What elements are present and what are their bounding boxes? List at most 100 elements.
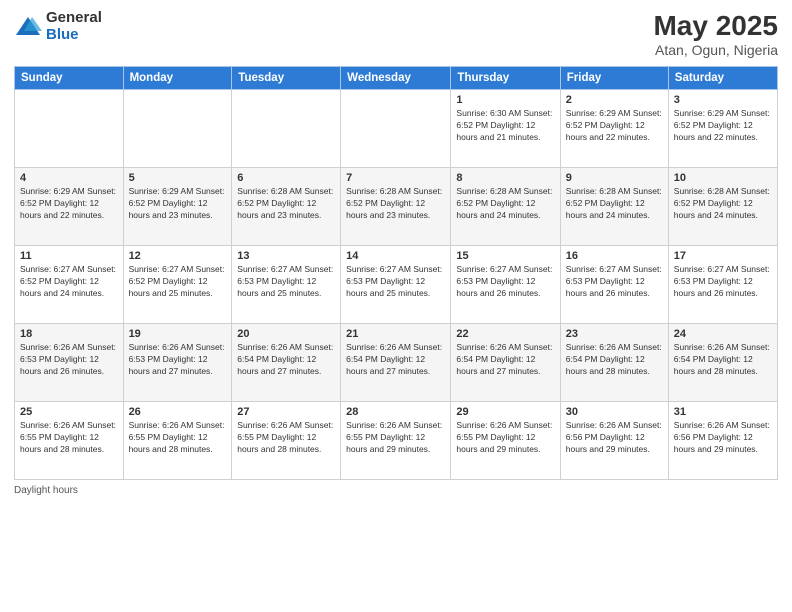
logo-general-text: General	[46, 10, 102, 27]
table-row: 22 Sunrise: 6:26 AM Sunset: 6:54 PM Dayli…	[451, 324, 560, 402]
day-info: Sunrise: 6:30 AM Sunset: 6:52 PM Dayligh…	[456, 108, 554, 144]
day-info: Sunrise: 6:27 AM Sunset: 6:53 PM Dayligh…	[456, 264, 554, 300]
table-row: 26Sunrise: 6:26 AM Sunset: 6:55 PM Dayli…	[123, 402, 232, 480]
page: General Blue May 2025 Atan, Ogun, Nigeri…	[0, 0, 792, 612]
col-wednesday: Wednesday	[341, 67, 451, 90]
table-row: 31 Sunrise: 6:26 AM Sunset: 6:56 PM Dayli…	[668, 402, 777, 480]
table-row: 28 Sunrise: 6:26 AM Sunset: 6:55 PM Dayli…	[341, 402, 451, 480]
day-number: 29	[456, 406, 554, 418]
day-number: 9	[566, 172, 663, 184]
day-info: Sunrise: 6:28 AM Sunset: 6:52 PM Dayligh…	[456, 186, 554, 222]
day-info: Sunrise: 6:27 AM Sunset: 6:53 PM Dayligh…	[237, 264, 335, 300]
col-thursday: Thursday	[451, 67, 560, 90]
day-number: 22	[456, 328, 554, 340]
day-info: Sunrise: 6:29 AM Sunset: 6:52 PM Dayligh…	[566, 108, 663, 144]
day-number: 6	[237, 172, 335, 184]
table-row: 24Sunrise: 6:26 AM Sunset: 6:54 PM Dayli…	[668, 324, 777, 402]
day-info: Sunrise: 6:26 AM Sunset: 6:54 PM Dayligh…	[456, 342, 554, 378]
col-monday: Monday	[123, 67, 232, 90]
day-number: 23	[566, 328, 663, 340]
day-number: 1	[456, 94, 554, 106]
table-row: 9Sunrise: 6:28 AM Sunset: 6:52 PM Daylig…	[560, 168, 668, 246]
day-info: Sunrise: 6:27 AM Sunset: 6:52 PM Dayligh…	[20, 264, 118, 300]
table-row: 25Sunrise: 6:26 AM Sunset: 6:55 PM Dayli…	[15, 402, 124, 480]
table-row: 5 Sunrise: 6:29 AM Sunset: 6:52 PM Daylig…	[123, 168, 232, 246]
day-info: Sunrise: 6:29 AM Sunset: 6:52 PM Dayligh…	[129, 186, 227, 222]
day-info: Sunrise: 6:26 AM Sunset: 6:55 PM Dayligh…	[346, 420, 445, 456]
day-number: 28	[346, 406, 445, 418]
table-row	[232, 90, 341, 168]
day-info: Sunrise: 6:26 AM Sunset: 6:56 PM Dayligh…	[566, 420, 663, 456]
daylight-hours-label: Daylight hours	[14, 485, 78, 496]
calendar-header-row: Sunday Monday Tuesday Wednesday Thursday…	[15, 67, 778, 90]
table-row: 13Sunrise: 6:27 AM Sunset: 6:53 PM Dayli…	[232, 246, 341, 324]
day-info: Sunrise: 6:26 AM Sunset: 6:55 PM Dayligh…	[129, 420, 227, 456]
col-saturday: Saturday	[668, 67, 777, 90]
day-number: 5	[129, 172, 227, 184]
logo: General Blue	[14, 10, 102, 43]
day-number: 3	[674, 94, 772, 106]
table-row: 6 Sunrise: 6:28 AM Sunset: 6:52 PM Daylig…	[232, 168, 341, 246]
table-row: 8 Sunrise: 6:28 AM Sunset: 6:52 PM Daylig…	[451, 168, 560, 246]
day-number: 31	[674, 406, 772, 418]
day-info: Sunrise: 6:28 AM Sunset: 6:52 PM Dayligh…	[237, 186, 335, 222]
day-info: Sunrise: 6:27 AM Sunset: 6:53 PM Dayligh…	[674, 264, 772, 300]
day-info: Sunrise: 6:28 AM Sunset: 6:52 PM Dayligh…	[674, 186, 772, 222]
logo-blue-text: Blue	[46, 27, 102, 44]
calendar-title: May 2025	[653, 10, 778, 42]
table-row: 2 Sunrise: 6:29 AM Sunset: 6:52 PM Daylig…	[560, 90, 668, 168]
day-info: Sunrise: 6:27 AM Sunset: 6:52 PM Dayligh…	[129, 264, 227, 300]
day-number: 4	[20, 172, 118, 184]
day-info: Sunrise: 6:28 AM Sunset: 6:52 PM Dayligh…	[346, 186, 445, 222]
col-friday: Friday	[560, 67, 668, 90]
day-number: 15	[456, 250, 554, 262]
calendar-table: Sunday Monday Tuesday Wednesday Thursday…	[14, 66, 778, 480]
day-info: Sunrise: 6:26 AM Sunset: 6:55 PM Dayligh…	[20, 420, 118, 456]
day-info: Sunrise: 6:27 AM Sunset: 6:53 PM Dayligh…	[346, 264, 445, 300]
day-info: Sunrise: 6:26 AM Sunset: 6:56 PM Dayligh…	[674, 420, 772, 456]
table-row: 20 Sunrise: 6:26 AM Sunset: 6:54 PM Dayli…	[232, 324, 341, 402]
day-info: Sunrise: 6:26 AM Sunset: 6:55 PM Dayligh…	[456, 420, 554, 456]
table-row: 21Sunrise: 6:26 AM Sunset: 6:54 PM Dayli…	[341, 324, 451, 402]
table-row: 29 Sunrise: 6:26 AM Sunset: 6:55 PM Dayli…	[451, 402, 560, 480]
day-info: Sunrise: 6:26 AM Sunset: 6:54 PM Dayligh…	[674, 342, 772, 378]
day-info: Sunrise: 6:27 AM Sunset: 6:53 PM Dayligh…	[566, 264, 663, 300]
table-row: 16 Sunrise: 6:27 AM Sunset: 6:53 PM Dayli…	[560, 246, 668, 324]
calendar-week-row: 25Sunrise: 6:26 AM Sunset: 6:55 PM Dayli…	[15, 402, 778, 480]
day-number: 18	[20, 328, 118, 340]
day-number: 11	[20, 250, 118, 262]
table-row: 10 Sunrise: 6:28 AM Sunset: 6:52 PM Dayli…	[668, 168, 777, 246]
table-row: 27 Sunrise: 6:26 AM Sunset: 6:55 PM Dayli…	[232, 402, 341, 480]
table-row: 30 Sunrise: 6:26 AM Sunset: 6:56 PM Dayli…	[560, 402, 668, 480]
col-sunday: Sunday	[15, 67, 124, 90]
day-number: 27	[237, 406, 335, 418]
day-info: Sunrise: 6:26 AM Sunset: 6:54 PM Dayligh…	[237, 342, 335, 378]
table-row: 3Sunrise: 6:29 AM Sunset: 6:52 PM Daylig…	[668, 90, 777, 168]
day-number: 19	[129, 328, 227, 340]
day-number: 17	[674, 250, 772, 262]
title-block: May 2025 Atan, Ogun, Nigeria	[653, 10, 778, 58]
day-info: Sunrise: 6:26 AM Sunset: 6:54 PM Dayligh…	[346, 342, 445, 378]
day-info: Sunrise: 6:29 AM Sunset: 6:52 PM Dayligh…	[20, 186, 118, 222]
day-number: 10	[674, 172, 772, 184]
day-number: 7	[346, 172, 445, 184]
table-row: 12Sunrise: 6:27 AM Sunset: 6:52 PM Dayli…	[123, 246, 232, 324]
day-number: 2	[566, 94, 663, 106]
day-number: 30	[566, 406, 663, 418]
day-number: 8	[456, 172, 554, 184]
day-info: Sunrise: 6:26 AM Sunset: 6:53 PM Dayligh…	[20, 342, 118, 378]
day-info: Sunrise: 6:26 AM Sunset: 6:55 PM Dayligh…	[237, 420, 335, 456]
day-number: 16	[566, 250, 663, 262]
table-row: 15 Sunrise: 6:27 AM Sunset: 6:53 PM Dayli…	[451, 246, 560, 324]
logo-text: General Blue	[46, 10, 102, 43]
day-number: 20	[237, 328, 335, 340]
table-row: 1 Sunrise: 6:30 AM Sunset: 6:52 PM Daylig…	[451, 90, 560, 168]
header: General Blue May 2025 Atan, Ogun, Nigeri…	[14, 10, 778, 58]
calendar-week-row: 4 Sunrise: 6:29 AM Sunset: 6:52 PM Daylig…	[15, 168, 778, 246]
col-tuesday: Tuesday	[232, 67, 341, 90]
day-number: 14	[346, 250, 445, 262]
calendar-location: Atan, Ogun, Nigeria	[653, 42, 778, 58]
table-row: 19 Sunrise: 6:26 AM Sunset: 6:53 PM Dayli…	[123, 324, 232, 402]
day-info: Sunrise: 6:26 AM Sunset: 6:53 PM Dayligh…	[129, 342, 227, 378]
table-row: 7 Sunrise: 6:28 AM Sunset: 6:52 PM Daylig…	[341, 168, 451, 246]
